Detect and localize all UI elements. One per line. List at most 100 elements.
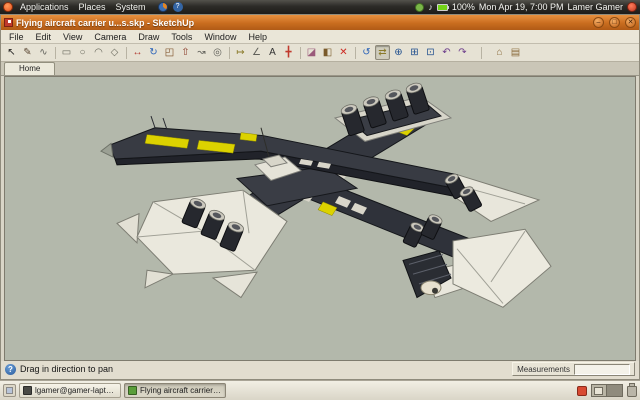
rotate-tool[interactable]: ↻ bbox=[146, 45, 161, 60]
maximize-button[interactable]: □ bbox=[609, 17, 620, 28]
pan-icon: ⇄ bbox=[378, 48, 386, 58]
zoom-window-icon: ⊞ bbox=[410, 48, 418, 58]
scale-tool[interactable]: ◰ bbox=[162, 45, 177, 60]
circle-tool[interactable]: ○ bbox=[75, 45, 90, 60]
tab-home[interactable]: Home bbox=[4, 62, 55, 75]
text-tool[interactable]: A bbox=[265, 45, 280, 60]
tape-measure-tool[interactable]: ↦ bbox=[233, 45, 248, 60]
menu-edit[interactable]: Edit bbox=[30, 32, 58, 42]
orbit-tool[interactable]: ↺ bbox=[359, 45, 374, 60]
trash-icon[interactable] bbox=[627, 386, 637, 397]
measurements-box: Measurements bbox=[512, 362, 635, 376]
share-model-tool[interactable]: ▤ bbox=[508, 45, 523, 60]
get-models-tool[interactable]: ⌂ bbox=[492, 45, 507, 60]
close-button[interactable]: ✕ bbox=[625, 17, 636, 28]
battery-percent: 100% bbox=[452, 2, 475, 12]
viewport[interactable] bbox=[4, 76, 636, 361]
window-list: lgamer@gamer-laptop...Flying aircraft ca… bbox=[19, 383, 226, 398]
update-notifier-icon[interactable] bbox=[577, 386, 587, 396]
firefox-launcher-icon[interactable] bbox=[158, 2, 168, 12]
menu-file[interactable]: File bbox=[3, 32, 30, 42]
push-pull-icon: ⇧ bbox=[181, 48, 189, 58]
menu-bar: FileEditViewCameraDrawToolsWindowHelp bbox=[1, 30, 639, 44]
battery-icon[interactable] bbox=[437, 4, 448, 11]
update-applet-icon[interactable] bbox=[415, 3, 424, 12]
ubuntu-menu-icon[interactable] bbox=[3, 2, 13, 12]
clock[interactable]: Mon Apr 19, 7:00 PM bbox=[479, 2, 564, 12]
rectangle-tool[interactable]: ▭ bbox=[59, 45, 74, 60]
model-canvas bbox=[5, 77, 635, 360]
protractor-icon: ∠ bbox=[252, 48, 261, 58]
zoom-extents-tool[interactable]: ⊡ bbox=[423, 45, 438, 60]
arc-tool[interactable]: ◠ bbox=[91, 45, 106, 60]
line-tool[interactable]: ✎ bbox=[20, 45, 35, 60]
toolbar-separator bbox=[300, 47, 301, 59]
move-tool[interactable]: ↔ bbox=[130, 45, 145, 60]
menu-window[interactable]: Window bbox=[198, 32, 242, 42]
toolbar-separator bbox=[229, 47, 230, 59]
taskbar-window-sketchup[interactable]: Flying aircraft carrier u... bbox=[124, 383, 226, 398]
share-model-icon: ▤ bbox=[511, 48, 520, 58]
axes-icon: ╋ bbox=[285, 48, 291, 58]
workspace-switcher[interactable] bbox=[591, 384, 623, 397]
delete-icon: ✕ bbox=[339, 48, 347, 58]
toolbar-separator bbox=[126, 47, 127, 59]
menu-view[interactable]: View bbox=[57, 32, 88, 42]
eraser-icon: ◪ bbox=[307, 48, 316, 58]
rectangle-icon: ▭ bbox=[62, 48, 71, 58]
tab-bar: Home bbox=[1, 62, 639, 76]
axes-tool[interactable]: ╋ bbox=[281, 45, 296, 60]
terminal-icon bbox=[23, 386, 32, 395]
sketchup-window-icon bbox=[4, 18, 13, 27]
workspace-1[interactable] bbox=[592, 385, 607, 396]
menu-help[interactable]: Help bbox=[242, 32, 273, 42]
next-view-tool[interactable]: ↷ bbox=[455, 45, 470, 60]
context-help-icon[interactable]: ? bbox=[5, 364, 16, 375]
menu-places[interactable]: Places bbox=[74, 0, 111, 14]
window-title: Flying aircraft carrier u...s.skp - Sket… bbox=[16, 18, 588, 28]
arc-icon: ◠ bbox=[94, 48, 103, 58]
move-icon: ↔ bbox=[133, 48, 143, 58]
volume-icon[interactable]: ♪ bbox=[428, 2, 433, 12]
polygon-tool[interactable]: ◇ bbox=[107, 45, 122, 60]
show-desktop-icon[interactable] bbox=[3, 384, 16, 397]
previous-view-tool[interactable]: ↶ bbox=[439, 45, 454, 60]
help-launcher-icon[interactable]: ? bbox=[173, 2, 183, 12]
follow-me-tool[interactable]: ↝ bbox=[194, 45, 209, 60]
minimize-button[interactable]: – bbox=[593, 17, 604, 28]
engine-cluster-top bbox=[335, 81, 451, 141]
zoom-window-tool[interactable]: ⊞ bbox=[407, 45, 422, 60]
next-view-icon: ↷ bbox=[458, 48, 466, 58]
follow-me-icon: ↝ bbox=[197, 48, 205, 58]
text-icon: A bbox=[269, 48, 276, 58]
protractor-tool[interactable]: ∠ bbox=[249, 45, 264, 60]
tape-measure-icon: ↦ bbox=[236, 48, 244, 58]
top-panel-status-area: ♪ 100% Mon Apr 19, 7:00 PM Lamer Gamer bbox=[415, 2, 637, 12]
menu-system[interactable]: System bbox=[111, 0, 151, 14]
taskbar-window-terminal[interactable]: lgamer@gamer-laptop... bbox=[19, 383, 121, 398]
menu-camera[interactable]: Camera bbox=[88, 32, 132, 42]
push-pull-tool[interactable]: ⇧ bbox=[178, 45, 193, 60]
titlebar[interactable]: Flying aircraft carrier u...s.skp - Sket… bbox=[1, 15, 639, 30]
measurements-input[interactable] bbox=[574, 364, 630, 375]
menu-applications[interactable]: Applications bbox=[15, 0, 74, 14]
sketchup-icon bbox=[128, 386, 137, 395]
freehand-tool[interactable]: ∿ bbox=[36, 45, 51, 60]
top-panel-menus: ApplicationsPlacesSystem bbox=[15, 0, 151, 14]
power-icon[interactable] bbox=[627, 2, 637, 12]
paint-bucket-tool[interactable]: ◧ bbox=[320, 45, 335, 60]
toolbar-separator bbox=[55, 47, 56, 59]
select-tool[interactable]: ↖ bbox=[4, 45, 19, 60]
menu-draw[interactable]: Draw bbox=[132, 32, 165, 42]
user-menu[interactable]: Lamer Gamer bbox=[567, 2, 623, 12]
offset-tool[interactable]: ◎ bbox=[210, 45, 225, 60]
measurements-label: Measurements bbox=[517, 365, 570, 374]
delete-tool[interactable]: ✕ bbox=[336, 45, 351, 60]
zoom-tool[interactable]: ⊕ bbox=[391, 45, 406, 60]
menu-tools[interactable]: Tools bbox=[165, 32, 198, 42]
eraser-tool[interactable]: ◪ bbox=[304, 45, 319, 60]
pan-tool[interactable]: ⇄ bbox=[375, 45, 390, 60]
sketchup-window: Flying aircraft carrier u...s.skp - Sket… bbox=[0, 14, 640, 380]
scale-icon: ◰ bbox=[165, 48, 174, 58]
workspace-2[interactable] bbox=[607, 385, 622, 396]
